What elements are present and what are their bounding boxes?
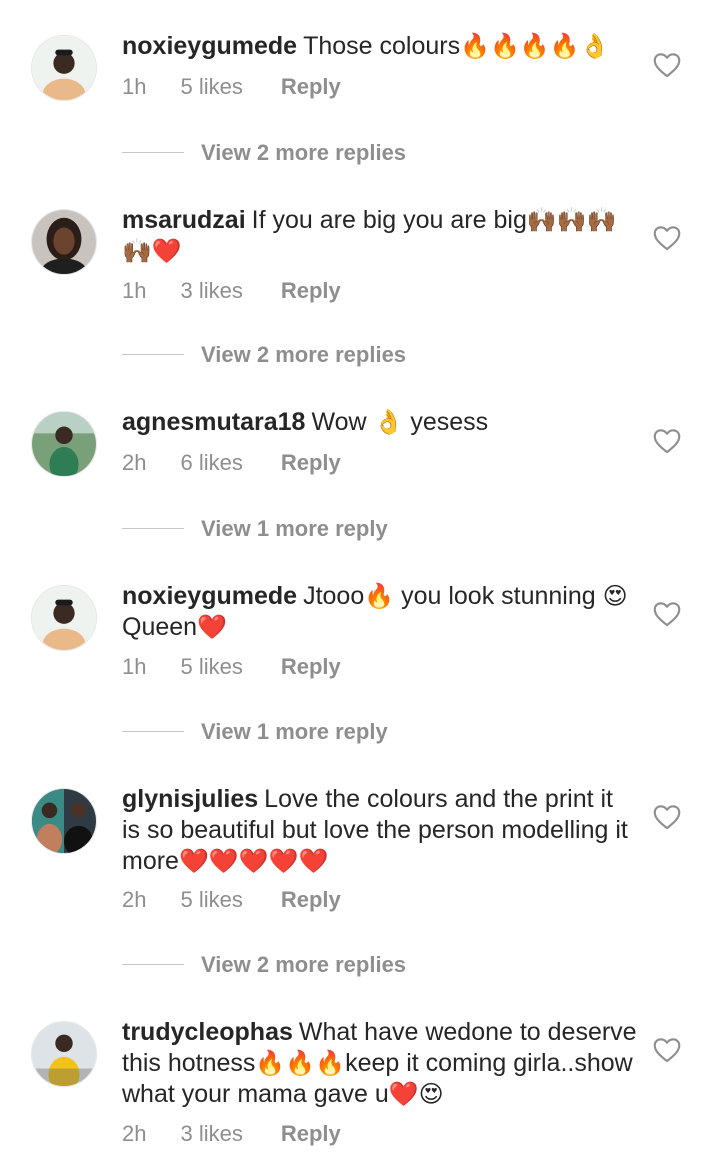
comment-emoji: ❤️❤️❤️❤️❤️: [178, 847, 329, 875]
comment-likes[interactable]: 5 likes: [180, 654, 242, 679]
comment-username[interactable]: msarudzai: [122, 206, 246, 234]
comment-emoji: 🔥🔥🔥: [255, 1049, 346, 1077]
comment-meta: 1h 5 likes Reply: [122, 74, 341, 100]
view-more-replies[interactable]: View 2 more replies: [122, 140, 406, 166]
comment-emoji: 🔥🔥🔥🔥👌: [460, 32, 610, 60]
divider-line: [122, 731, 184, 733]
comment-time: 1h: [122, 278, 147, 303]
comment-emoji-2: 😍: [602, 582, 628, 610]
comment-likes[interactable]: 5 likes: [180, 887, 242, 912]
comment-message: Wow: [311, 408, 367, 436]
reply-button[interactable]: Reply: [281, 278, 341, 303]
avatar[interactable]: [31, 411, 97, 477]
comment-emoji: 👌: [373, 408, 404, 436]
comment-time: 2h: [122, 1121, 147, 1146]
comment-likes[interactable]: 3 likes: [180, 1121, 242, 1146]
heart-outline-icon[interactable]: [653, 225, 681, 251]
comment-emoji-2: ❤️😍: [388, 1080, 444, 1108]
comment-message: If you are big you are big: [251, 206, 527, 234]
comment-text: noxieygumede Jtooo🔥 you look stunning 😍 Q…: [122, 581, 637, 643]
comment-message-end: Queen: [122, 613, 198, 641]
view-more-replies[interactable]: View 1 more reply: [122, 719, 388, 745]
comment-meta: 2h 5 likes Reply: [122, 887, 341, 913]
view-more-label: View 1 more reply: [201, 719, 388, 744]
avatar-image: [32, 1022, 96, 1086]
comment-likes[interactable]: 3 likes: [180, 278, 242, 303]
reply-button[interactable]: Reply: [281, 450, 341, 475]
comment-time: 1h: [122, 74, 147, 99]
avatar[interactable]: [31, 35, 97, 101]
comment-text: agnesmutara18 Wow 👌 yesess: [122, 407, 637, 438]
view-more-replies[interactable]: View 2 more replies: [122, 952, 406, 978]
avatar-image: [32, 36, 96, 100]
comment-emoji-3: ❤️: [197, 613, 227, 641]
comment-username[interactable]: agnesmutara18: [122, 408, 305, 436]
comment-message-continued: you look stunning: [401, 582, 596, 610]
comment-meta: 1h 5 likes Reply: [122, 654, 341, 680]
comment-meta: 2h 6 likes Reply: [122, 450, 341, 476]
heart-outline-icon[interactable]: [653, 601, 681, 627]
comment-message: Jtooo: [303, 582, 365, 610]
comment-username[interactable]: glynisjulies: [122, 785, 258, 813]
view-more-label: View 1 more reply: [201, 516, 388, 541]
divider-line: [122, 964, 184, 966]
comment-likes[interactable]: 6 likes: [180, 450, 242, 475]
avatar-image: [32, 210, 96, 274]
comment-message-continued: yesess: [410, 408, 489, 436]
divider-line: [122, 528, 184, 530]
comment-time: 2h: [122, 450, 147, 475]
view-more-label: View 2 more replies: [201, 140, 407, 165]
reply-button[interactable]: Reply: [281, 74, 341, 99]
comment-text: noxieygumede Those colours🔥🔥🔥🔥👌: [122, 31, 637, 62]
view-more-label: View 2 more replies: [201, 952, 407, 977]
comment-username[interactable]: noxieygumede: [122, 32, 297, 60]
avatar[interactable]: [31, 1021, 97, 1087]
comment-time: 2h: [122, 887, 147, 912]
comment-username[interactable]: noxieygumede: [122, 582, 297, 610]
avatar[interactable]: [31, 788, 97, 854]
heart-outline-icon[interactable]: [653, 804, 681, 830]
avatar-image: [32, 412, 96, 476]
comment-meta: 2h 3 likes Reply: [122, 1121, 341, 1147]
avatar[interactable]: [31, 209, 97, 275]
view-more-label: View 2 more replies: [201, 342, 407, 367]
view-more-replies[interactable]: View 2 more replies: [122, 342, 406, 368]
avatar-image: [32, 789, 96, 853]
comment-text: glynisjulies Love the colours and the pri…: [122, 784, 637, 877]
reply-button[interactable]: Reply: [281, 1121, 341, 1146]
avatar-image: [32, 586, 96, 650]
divider-line: [122, 152, 184, 154]
heart-outline-icon[interactable]: [653, 1037, 681, 1063]
comment-text: trudycleophas What have wedone to deserve…: [122, 1017, 637, 1110]
comment-meta: 1h 3 likes Reply: [122, 278, 341, 304]
comment-emoji: 🔥: [364, 582, 395, 610]
comment-text: msarudzai If you are big you are big🙌🏾🙌🏾🙌…: [122, 205, 637, 267]
heart-outline-icon[interactable]: [653, 52, 681, 78]
comment-time: 1h: [122, 654, 147, 679]
reply-button[interactable]: Reply: [281, 887, 341, 912]
avatar[interactable]: [31, 585, 97, 651]
heart-outline-icon[interactable]: [653, 428, 681, 454]
comment-likes[interactable]: 5 likes: [180, 74, 242, 99]
reply-button[interactable]: Reply: [281, 654, 341, 679]
divider-line: [122, 354, 184, 356]
comment-username[interactable]: trudycleophas: [122, 1018, 293, 1046]
view-more-replies[interactable]: View 1 more reply: [122, 516, 388, 542]
comment-message: Those colours: [303, 32, 461, 60]
